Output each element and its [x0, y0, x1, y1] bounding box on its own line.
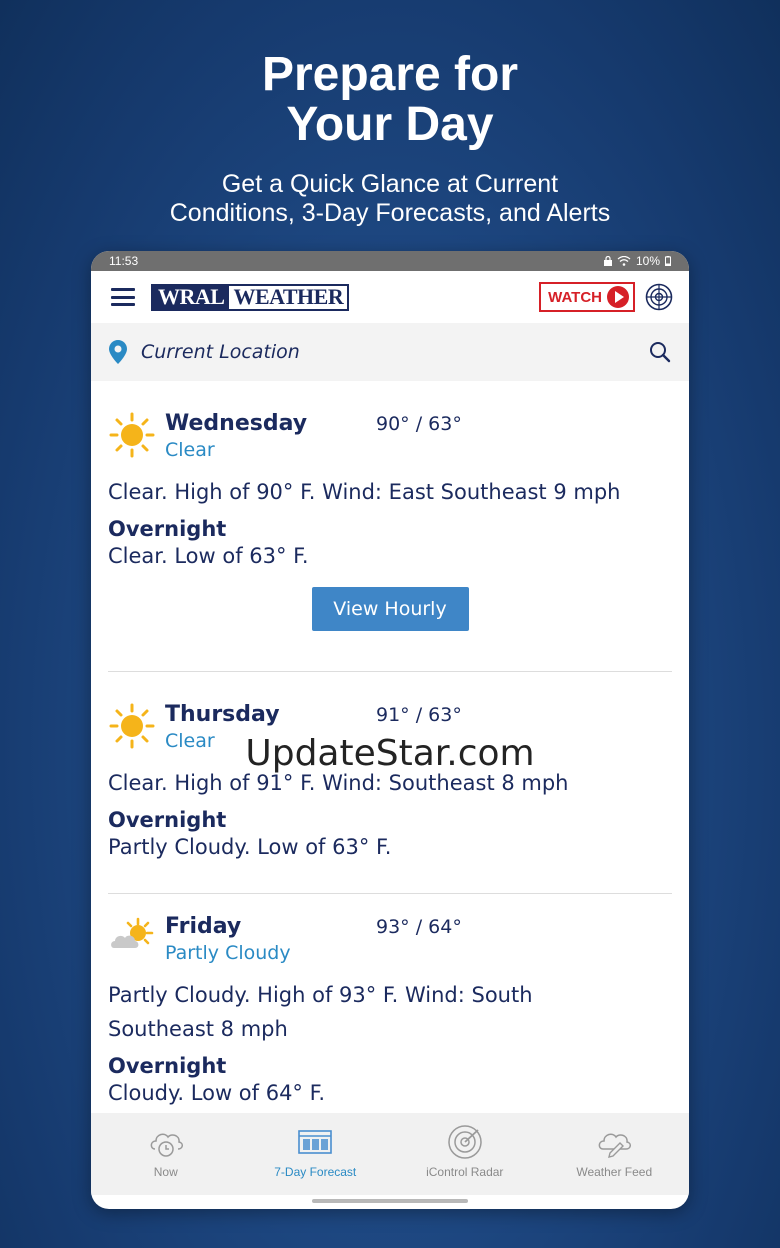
bottom-nav: Now 7-Day Forecast iControl Radar Weathe…: [91, 1113, 689, 1195]
forecast-day-card: Wednesday Clear 90° / 63° Clear. High of…: [108, 381, 672, 672]
cloud-pencil-icon: [598, 1133, 632, 1158]
nav-weather-feed[interactable]: Weather Feed: [540, 1113, 690, 1195]
promo-subtitle-line2: Conditions, 3-Day Forecasts, and Alerts: [169, 199, 611, 227]
wral-weather-logo: WRAL WEATHER: [151, 283, 350, 311]
day-condition: Clear: [165, 439, 215, 461]
watch-button[interactable]: WATCH: [539, 282, 635, 312]
app-bar: WRAL WEATHER WATCH: [91, 271, 689, 323]
promo-title-line2: Your Day: [286, 98, 494, 151]
day-name: Wednesday: [165, 411, 308, 436]
phone-screen: 11:53 10% WRAL WEATHER WATCH Current Loc…: [91, 251, 689, 1209]
watermark: UpdateStar.com: [245, 733, 535, 774]
day-temps: 90° / 63°: [376, 413, 462, 435]
promo-subtitle-line1: Get a Quick Glance at Current: [221, 170, 559, 198]
status-time: 11:53: [109, 254, 139, 268]
day-description: Clear. High of 90° F. Wind: East Southea…: [108, 480, 621, 504]
day-description: Partly Cloudy. High of 93° F. Wind: Sout…: [108, 983, 533, 1041]
promo-title-line1: Prepare for: [261, 48, 519, 101]
status-bar: 11:53 10%: [91, 251, 689, 271]
nav-icontrol-radar[interactable]: iControl Radar: [390, 1113, 540, 1195]
day-condition: Partly Cloudy: [165, 942, 291, 964]
calendar-icon: [298, 1130, 333, 1154]
partly-cloudy-icon: [111, 917, 154, 948]
day-name: Friday: [165, 914, 242, 939]
overnight-label: Overnight: [108, 517, 227, 541]
overnight-text: Clear. Low of 63° F.: [108, 544, 309, 568]
day-temps: 93° / 64°: [376, 916, 462, 938]
nav-7-day-forecast[interactable]: 7-Day Forecast: [241, 1113, 391, 1195]
battery-percent: 10%: [635, 254, 660, 268]
forecast-day-card: Friday Partly Cloudy 93° / 64° Partly Cl…: [108, 894, 672, 1113]
overnight-label: Overnight: [108, 1054, 227, 1078]
forecast-day-card: Thursday Clear 91° / 63° Clear. High of …: [108, 672, 672, 894]
location-bar[interactable]: Current Location: [91, 323, 689, 381]
overnight-label: Overnight: [108, 808, 227, 832]
forecast-list[interactable]: Wednesday Clear 90° / 63° Clear. High of…: [91, 381, 689, 1113]
menu-icon[interactable]: [111, 288, 135, 306]
day-temps: 91° / 63°: [376, 704, 462, 726]
radar-target-icon[interactable]: [645, 283, 673, 311]
cloud-clock-icon: [150, 1133, 183, 1157]
search-icon[interactable]: [649, 341, 671, 363]
nav-icontrol-radar-label: iControl Radar: [426, 1165, 504, 1179]
day-name: Thursday: [165, 702, 280, 727]
battery-icon: [665, 256, 671, 266]
sun-icon: [109, 412, 155, 458]
promo-title: Prepare for Your Day: [0, 50, 780, 150]
wifi-icon: [617, 256, 631, 266]
promo-subtitle: Get a Quick Glance at Current Conditions…: [0, 170, 780, 228]
play-icon: [607, 286, 629, 308]
overnight-text: Partly Cloudy. Low of 63° F.: [108, 835, 392, 859]
nav-7-day-forecast-label: 7-Day Forecast: [274, 1165, 357, 1179]
nav-now-label: Now: [153, 1165, 178, 1179]
home-indicator[interactable]: [312, 1199, 468, 1203]
nav-weather-feed-label: Weather Feed: [576, 1165, 653, 1179]
watch-label: WATCH: [548, 288, 602, 306]
current-location-label: Current Location: [141, 341, 300, 363]
location-pin-icon: [109, 340, 127, 364]
lock-icon: [603, 256, 612, 266]
nav-now[interactable]: Now: [91, 1113, 241, 1195]
radar-icon: [448, 1125, 482, 1159]
view-hourly-button[interactable]: View Hourly: [311, 587, 469, 631]
overnight-text: Cloudy. Low of 64° F.: [108, 1081, 325, 1105]
